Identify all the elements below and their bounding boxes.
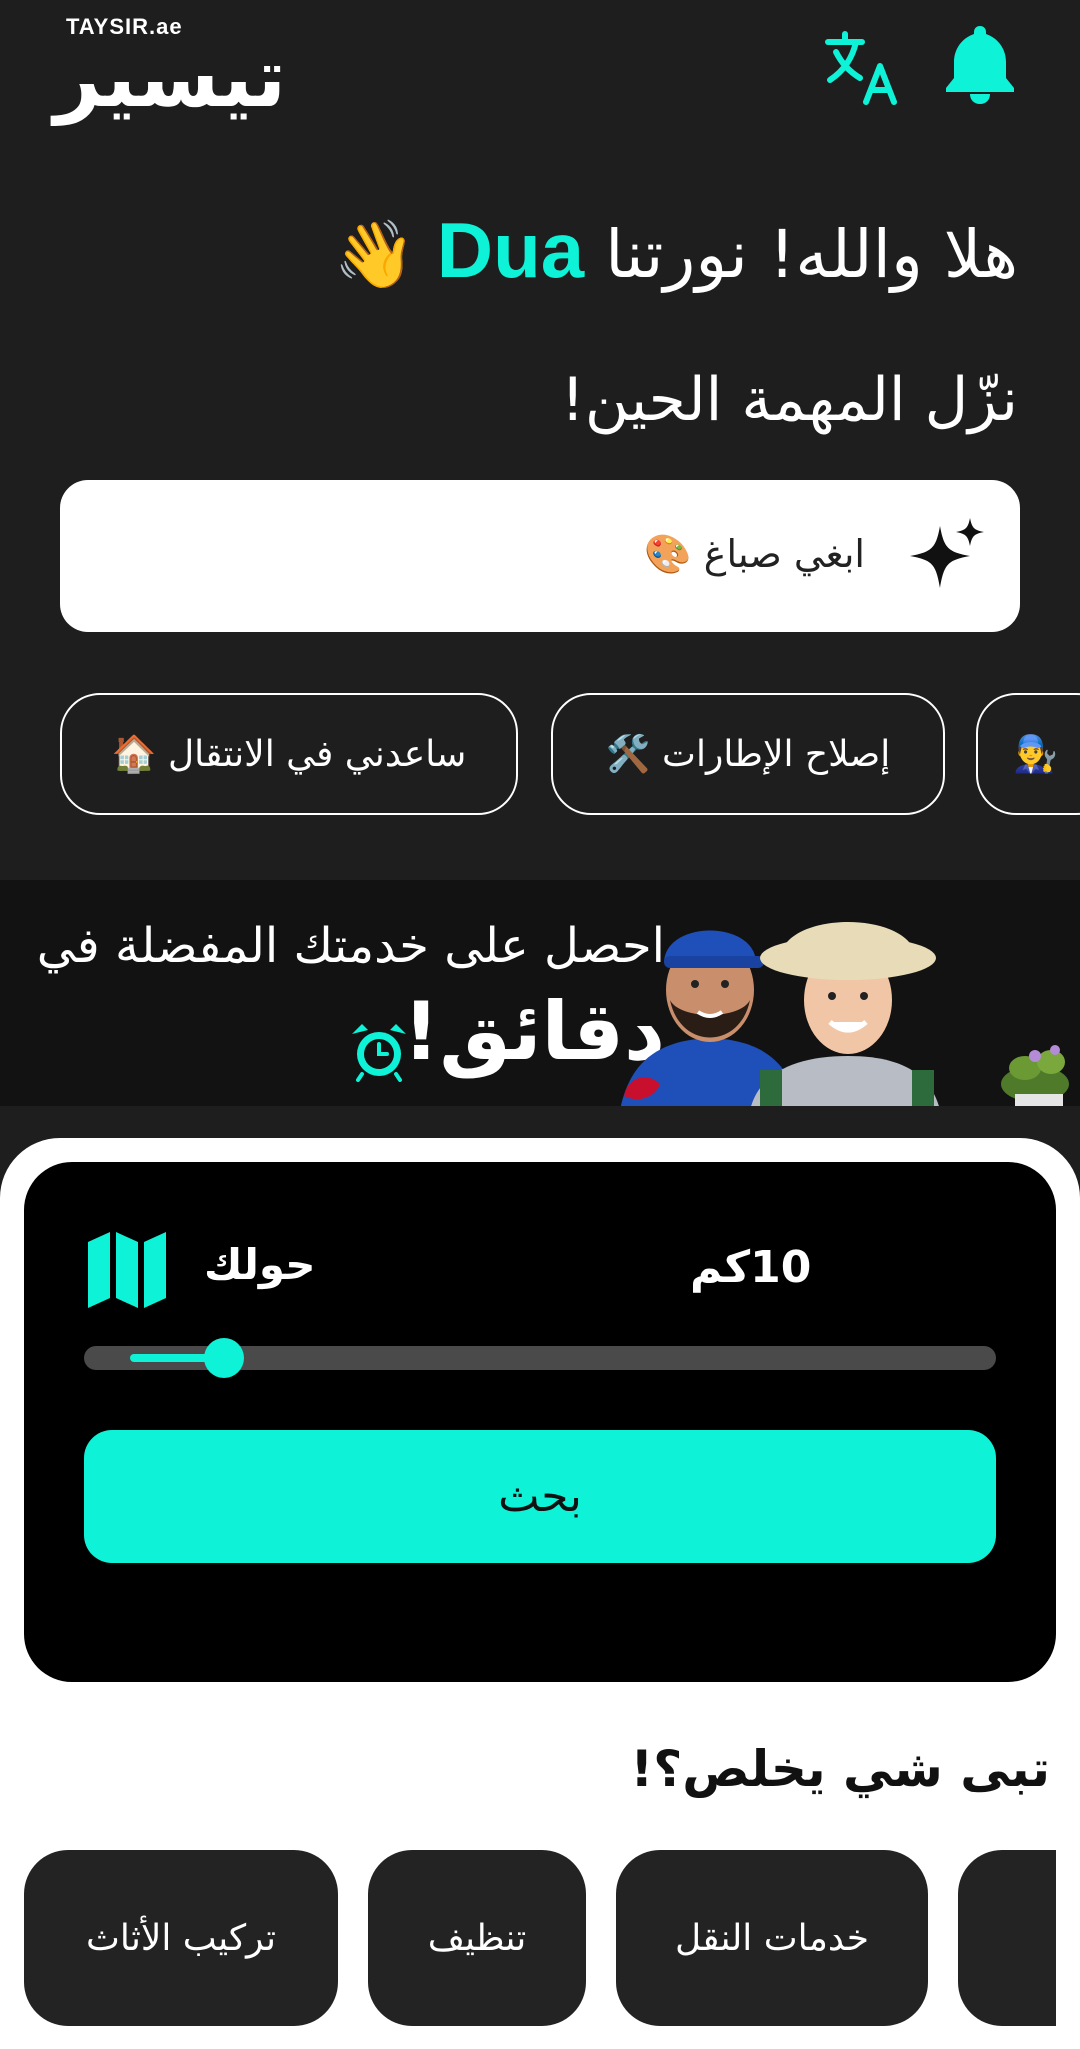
promo-banner[interactable]: احصل على خدمتك المفضلة في دقائق! xyxy=(0,880,1080,1106)
categories-title: تبى شي يخلص؟! xyxy=(630,1740,1050,1798)
task-search-input[interactable]: ابغي صباغ 🎨 xyxy=(60,480,1020,632)
search-button[interactable]: بحث xyxy=(84,1430,996,1563)
alarm-clock-icon xyxy=(352,1024,406,1082)
sparkle-icon xyxy=(910,518,984,588)
greeting-heading: هلا والله! نورتنا Dua 👋 xyxy=(334,205,1018,296)
greeting-prefix: هلا والله! نورتنا xyxy=(605,216,1018,293)
category-furniture-assembly[interactable]: تركيب الأثاث xyxy=(24,1850,338,2026)
translate-icon[interactable] xyxy=(822,28,902,108)
location-card xyxy=(24,1162,1056,1682)
plant-illustration xyxy=(1001,1045,1069,1106)
workers-illustration xyxy=(620,922,939,1106)
map-icon xyxy=(88,1232,166,1308)
page-subtitle: نزّل المهمة الحين! xyxy=(560,365,1018,435)
search-input-text: ابغي صباغ 🎨 xyxy=(644,532,865,576)
category-partial[interactable]: كة xyxy=(958,1850,1056,2026)
wave-emoji: 👋 xyxy=(333,216,416,293)
category-cleaning[interactable]: تنظيف xyxy=(368,1850,586,2026)
chip-mechanic[interactable]: 👨‍🔧 xyxy=(976,693,1080,815)
around-label: حولك xyxy=(204,1240,316,1289)
logo-arabic: تيسير xyxy=(54,31,287,126)
radius-value: 10كم xyxy=(690,1242,812,1293)
chip-tire-repair[interactable]: إصلاح الإطارات 🛠️ xyxy=(551,693,945,815)
bell-icon[interactable] xyxy=(940,22,1020,106)
categories-row: تركيب الأثاث تنظيف خدمات النقل كة xyxy=(0,1840,1056,2049)
user-name: Dua xyxy=(436,206,585,294)
category-moving-services[interactable]: خدمات النقل xyxy=(616,1850,928,2026)
chip-moving-help[interactable]: ساعدني في الانتقال 🏠 xyxy=(60,693,518,815)
radius-slider-thumb[interactable] xyxy=(204,1338,244,1378)
banner-line1: احصل على خدمتك المفضلة في xyxy=(36,918,665,974)
